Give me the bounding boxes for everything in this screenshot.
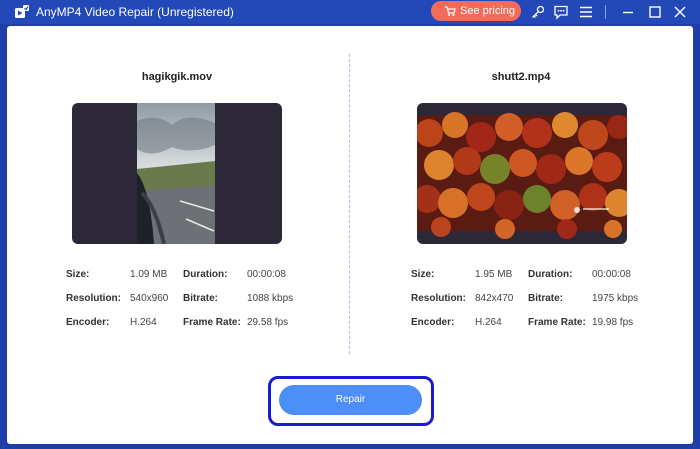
key-icon[interactable] (530, 4, 546, 20)
left-filename: hagikgik.mov (141, 71, 213, 83)
close-icon[interactable] (672, 4, 688, 20)
maximize-icon[interactable] (647, 4, 663, 20)
right-framerate-value: 19.98 fps (592, 317, 634, 328)
feedback-icon[interactable] (553, 4, 569, 20)
right-duration-value: 00:00:08 (592, 269, 631, 280)
main-panel: hagikgik.mov Size: 1.09 MB Duration: 00:… (7, 26, 693, 444)
minimize-icon[interactable] (620, 4, 636, 20)
left-resolution-label: Resolution: (66, 293, 121, 304)
left-framerate-value: 29.58 fps (247, 317, 289, 328)
see-pricing-button[interactable]: See pricing (431, 1, 521, 21)
right-encoder-value: H.264 (475, 317, 502, 328)
right-video-preview[interactable] (417, 103, 627, 244)
left-resolution-value: 540x960 (130, 293, 169, 304)
right-duration-label: Duration: (528, 269, 573, 280)
left-bitrate-label: Bitrate: (183, 293, 219, 304)
left-video-preview[interactable] (72, 103, 282, 244)
right-video-thumbnail (417, 112, 627, 239)
right-size-label: Size: (411, 269, 435, 280)
left-duration-value: 00:00:08 (247, 269, 286, 280)
comparison-divider (349, 54, 350, 354)
right-filename: shutt2.mp4 (491, 71, 551, 83)
left-framerate-label: Frame Rate: (183, 317, 241, 328)
right-size-value: 1.95 MB (475, 269, 513, 280)
right-bitrate-label: Bitrate: (528, 293, 564, 304)
app-logo-icon (15, 5, 29, 18)
left-encoder-label: Encoder: (66, 317, 110, 328)
right-encoder-label: Encoder: (411, 317, 455, 328)
left-encoder-value: H.264 (130, 317, 157, 328)
repair-button[interactable]: Repair (279, 385, 422, 415)
left-duration-label: Duration: (183, 269, 228, 280)
see-pricing-label: See pricing (460, 5, 516, 17)
right-framerate-label: Frame Rate: (528, 317, 586, 328)
left-video-thumbnail (137, 103, 215, 244)
left-size-value: 1.09 MB (130, 269, 168, 280)
left-bitrate-value: 1088 kbps (247, 293, 294, 304)
titlebar-separator (605, 5, 606, 19)
left-size-label: Size: (66, 269, 90, 280)
right-resolution-value: 842x470 (475, 293, 514, 304)
title-bar: AnyMP4 Video Repair (Unregistered) See p… (0, 0, 700, 24)
right-resolution-label: Resolution: (411, 293, 466, 304)
cart-icon (445, 6, 456, 16)
window-title: AnyMP4 Video Repair (Unregistered) (36, 5, 234, 19)
menu-icon[interactable] (578, 4, 594, 20)
right-bitrate-value: 1975 kbps (592, 293, 639, 304)
